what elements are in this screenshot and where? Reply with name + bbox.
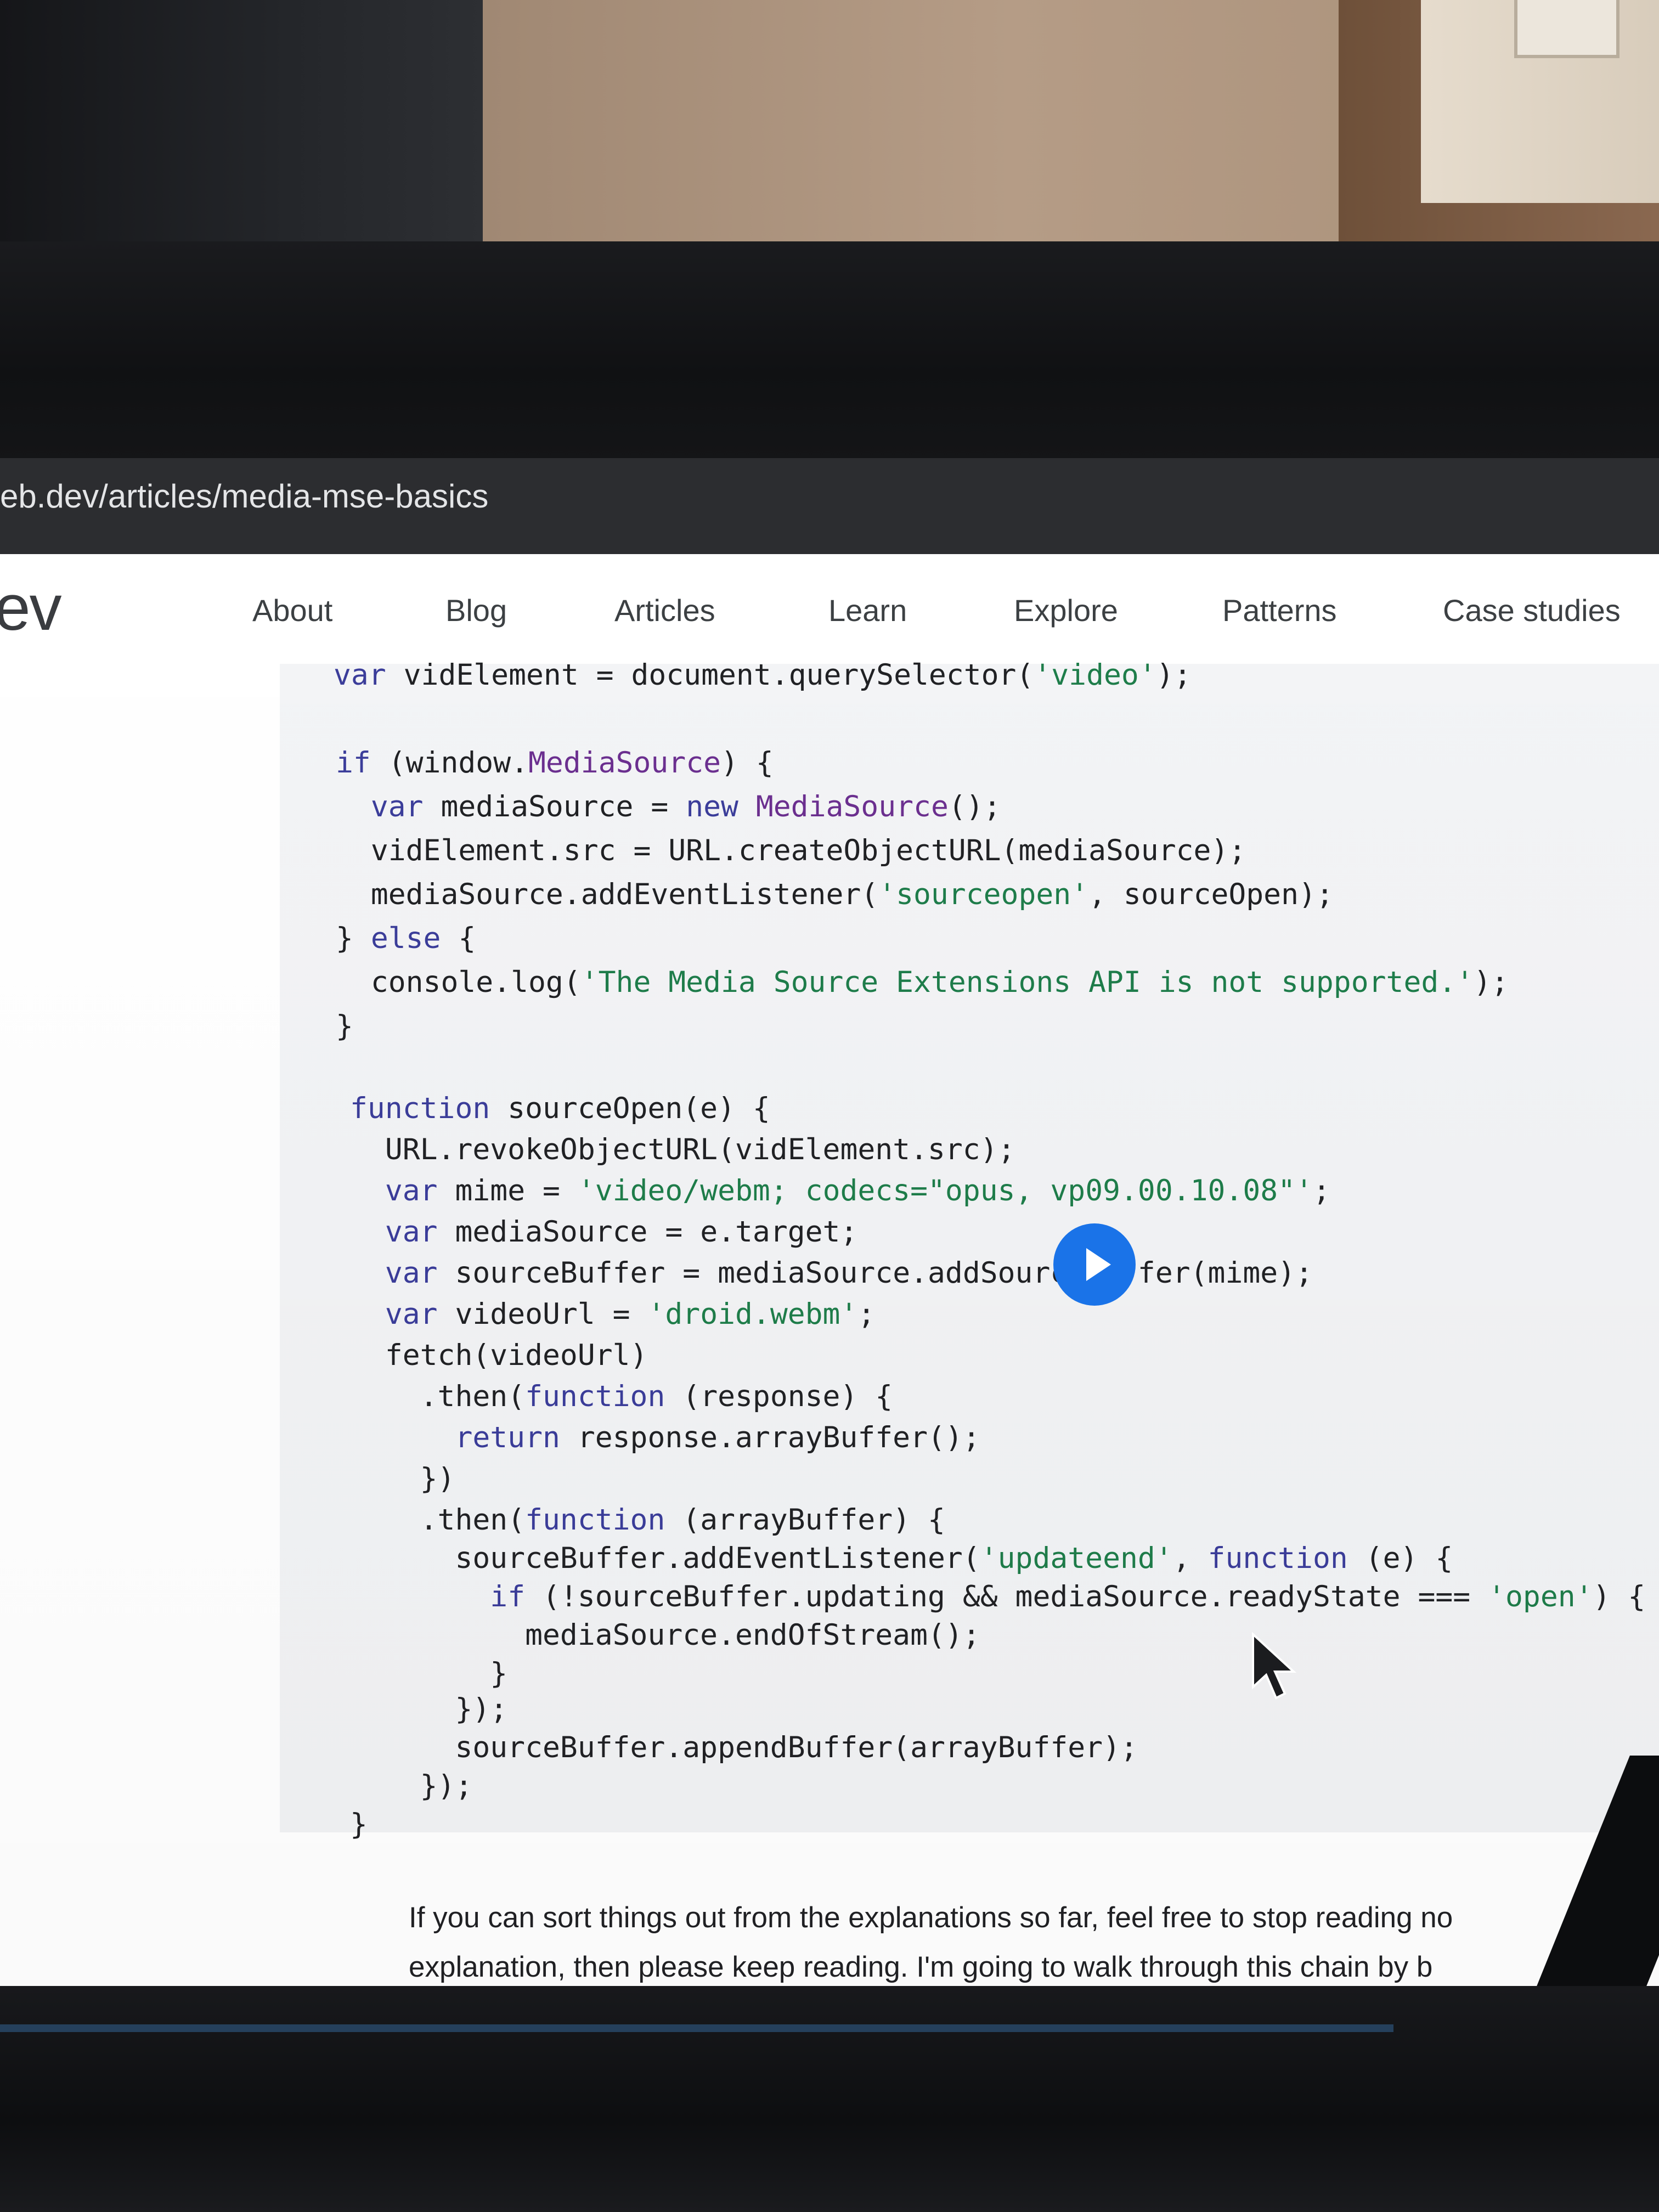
code-line: var sourceBuffer = mediaSource.addSource… <box>385 1256 1313 1290</box>
code-line: mediaSource.addEventListener('sourceopen… <box>336 878 1334 911</box>
code-line: var mediaSource = new MediaSource(); <box>370 790 1001 823</box>
play-button[interactable] <box>1053 1223 1136 1306</box>
code-line: console.log('The Media Source Extensions… <box>336 966 1509 999</box>
code-line: var mediaSource = e.target; <box>385 1215 858 1249</box>
code-line: }); <box>350 1692 508 1726</box>
code-line: }) <box>350 1462 455 1496</box>
nav-explore[interactable]: Explore <box>1014 592 1118 628</box>
code-line: function sourceOpen(e) { <box>350 1092 770 1125</box>
code-line: fetch(videoUrl) <box>350 1339 648 1372</box>
code-line: var mime = 'video/webm; codecs="opus, vp… <box>385 1174 1330 1207</box>
code-line: vidElement.src = URL.createObjectURL(med… <box>336 834 1246 867</box>
monitor-bezel-bottom <box>0 1986 1659 2212</box>
light-switch <box>1514 0 1620 58</box>
code-line: var videoUrl = 'droid.webm'; <box>385 1297 876 1331</box>
dark-cabinet <box>0 0 483 241</box>
paragraph-line-1: If you can sort things out from the expl… <box>409 1901 1453 1934</box>
code-line: } <box>336 1009 353 1043</box>
code-line: }); <box>350 1769 473 1803</box>
code-line: .then(function (response) { <box>350 1380 893 1413</box>
paragraph-line-2: explanation, then please keep reading. I… <box>409 1951 1433 1983</box>
nav-learn[interactable]: Learn <box>828 592 907 628</box>
code-line: if (window.MediaSource) { <box>336 746 774 780</box>
code-line: return response.arrayBuffer(); <box>455 1421 980 1454</box>
nav-articles[interactable]: Articles <box>614 592 715 628</box>
code-line: if (!sourceBuffer.updating && mediaSourc… <box>490 1580 1646 1613</box>
browser-viewport: ev About Blog Articles Learn Explore Pat… <box>0 554 1659 1986</box>
code-line: } <box>350 1808 368 1841</box>
url-text[interactable]: eb.dev/articles/media-mse-basics <box>0 477 488 515</box>
room-background <box>0 0 1659 241</box>
code-line: var vidElement = document.querySelector(… <box>334 658 1192 692</box>
monitor-bezel-top <box>0 241 1659 461</box>
taskbar-edge <box>0 2024 1393 2032</box>
code-line: .then(function (arrayBuffer) { <box>350 1503 945 1537</box>
play-icon <box>1086 1248 1111 1281</box>
nav-case-studies[interactable]: Case studies <box>1443 592 1621 628</box>
nav-about[interactable]: About <box>252 592 332 628</box>
mouse-pointer-icon <box>1251 1632 1300 1706</box>
code-line: URL.revokeObjectURL(vidElement.src); <box>350 1133 1015 1166</box>
code-line: sourceBuffer.appendBuffer(arrayBuffer); <box>350 1731 1138 1764</box>
nav-blog[interactable]: Blog <box>445 592 507 628</box>
site-logo[interactable]: ev <box>0 571 62 645</box>
code-line: sourceBuffer.addEventListener('updateend… <box>350 1542 1453 1575</box>
site-header: ev About Blog Articles Learn Explore Pat… <box>0 554 1659 664</box>
code-line: } else { <box>336 922 476 955</box>
code-line: mediaSource.endOfStream(); <box>350 1618 980 1652</box>
nav-patterns[interactable]: Patterns <box>1222 592 1337 628</box>
code-line: } <box>350 1657 508 1690</box>
